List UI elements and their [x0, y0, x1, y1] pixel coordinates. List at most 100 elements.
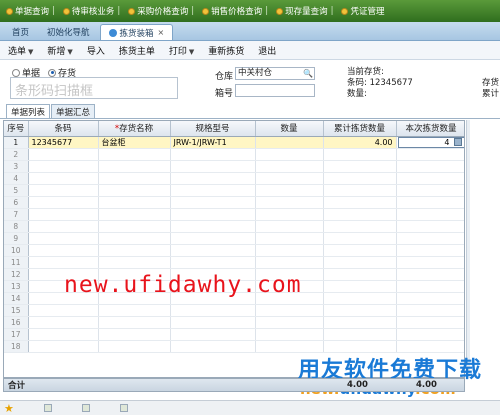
barcode-cell[interactable]: 12345677 — [28, 136, 99, 149]
name-cell[interactable] — [98, 304, 171, 317]
table-row[interactable]: 4 — [4, 172, 464, 185]
table-row[interactable]: 10 — [4, 244, 464, 257]
current-pick-cell[interactable] — [396, 196, 464, 209]
cum-cell[interactable] — [323, 184, 397, 197]
current-pick-cell[interactable] — [396, 160, 464, 173]
barcode-cell[interactable] — [28, 232, 99, 245]
spec-cell[interactable] — [170, 160, 256, 173]
box-number-input[interactable] — [235, 84, 315, 97]
current-pick-cell[interactable] — [396, 172, 464, 185]
menu-item-sales-price[interactable]: 销售价格查询 | — [198, 0, 272, 22]
qty-cell[interactable] — [255, 208, 324, 221]
col-header-spec[interactable]: 规格型号 — [170, 121, 256, 137]
qty-cell[interactable] — [255, 220, 324, 233]
cum-cell[interactable] — [323, 316, 397, 329]
barcode-cell[interactable] — [28, 184, 99, 197]
current-pick-cell[interactable] — [396, 232, 464, 245]
name-cell[interactable] — [98, 208, 171, 221]
name-cell[interactable] — [98, 328, 171, 341]
cum-cell[interactable] — [323, 148, 397, 161]
qty-cell[interactable] — [255, 256, 324, 269]
name-cell[interactable] — [98, 196, 171, 209]
spec-cell[interactable] — [170, 184, 256, 197]
name-cell[interactable] — [98, 316, 171, 329]
cum-cell[interactable] — [323, 232, 397, 245]
barcode-cell[interactable] — [28, 244, 99, 257]
name-cell[interactable] — [98, 184, 171, 197]
barcode-cell[interactable] — [28, 148, 99, 161]
exit-button[interactable]: 退出 — [258, 44, 276, 57]
qty-cell[interactable] — [255, 340, 324, 353]
qty-cell[interactable] — [255, 196, 324, 209]
name-cell[interactable] — [98, 340, 171, 353]
col-header-qty[interactable]: 数量 — [255, 121, 324, 137]
cum-cell[interactable] — [323, 244, 397, 257]
table-row[interactable]: 17 — [4, 328, 464, 341]
barcode-cell[interactable] — [28, 208, 99, 221]
vertical-scrollbar[interactable] — [466, 120, 470, 378]
menu-item-pending-review[interactable]: 待审核业务 | — [59, 0, 124, 22]
spec-cell[interactable] — [170, 328, 256, 341]
spec-cell[interactable] — [170, 304, 256, 317]
cum-cell[interactable] — [323, 304, 397, 317]
current-pick-cell[interactable] — [396, 328, 464, 341]
menu-item-doc-query[interactable]: 单据查询 | — [2, 0, 59, 22]
print-button[interactable]: 打印 ▼ — [169, 44, 194, 57]
cum-cell[interactable]: 4.00 — [323, 136, 397, 149]
col-header-barcode[interactable]: 条码 — [28, 121, 99, 137]
current-pick-cell[interactable] — [396, 244, 464, 257]
calendar-icon[interactable] — [453, 138, 462, 146]
cum-cell[interactable] — [323, 208, 397, 221]
barcode-cell[interactable] — [28, 256, 99, 269]
qty-cell[interactable] — [255, 148, 324, 161]
current-pick-cell[interactable] — [396, 292, 464, 305]
qty-cell[interactable] — [255, 304, 324, 317]
table-row[interactable]: 1 12345677 台盆柜 JRW-1/JRW-T1 4.00 4 — [4, 136, 464, 149]
qty-cell[interactable] — [255, 316, 324, 329]
barcode-cell[interactable] — [28, 220, 99, 233]
spec-cell[interactable] — [170, 208, 256, 221]
name-cell[interactable] — [98, 172, 171, 185]
warehouse-input[interactable]: 中关村仓 🔍 — [235, 67, 315, 80]
search-icon[interactable]: 🔍 — [303, 68, 313, 79]
table-row[interactable]: 2 — [4, 148, 464, 161]
current-pick-cell[interactable] — [396, 316, 464, 329]
name-cell[interactable]: 台盆柜 — [98, 136, 171, 149]
tab-init-nav[interactable]: 初始化导航 — [39, 24, 98, 40]
re-pick-button[interactable]: 重新拣货 — [208, 44, 244, 57]
current-pick-cell[interactable] — [396, 208, 464, 221]
tab-doc-list[interactable]: 单据列表 — [6, 104, 51, 118]
barcode-scan-input[interactable]: 条形码扫描框 — [10, 77, 178, 99]
qty-cell[interactable] — [255, 184, 324, 197]
name-cell[interactable] — [98, 160, 171, 173]
menu-item-stock-query[interactable]: 现存量查询 | — [272, 0, 337, 22]
name-cell[interactable] — [98, 232, 171, 245]
table-row[interactable]: 11 — [4, 256, 464, 269]
qty-cell[interactable] — [255, 232, 324, 245]
cum-cell[interactable] — [323, 160, 397, 173]
name-cell[interactable] — [98, 220, 171, 233]
spec-cell[interactable] — [170, 256, 256, 269]
star-icon[interactable]: ★ — [4, 402, 14, 415]
table-row[interactable]: 7 — [4, 208, 464, 221]
menu-item-purchase-price[interactable]: 采购价格查询 | — [124, 0, 198, 22]
current-pick-cell[interactable] — [396, 268, 464, 281]
current-pick-cell[interactable] — [396, 220, 464, 233]
spec-cell[interactable]: JRW-1/JRW-T1 — [170, 136, 256, 149]
barcode-cell[interactable] — [28, 160, 99, 173]
barcode-cell[interactable] — [28, 196, 99, 209]
add-button[interactable]: 新增 ▼ — [47, 44, 72, 57]
qty-cell[interactable] — [255, 328, 324, 341]
col-header-no[interactable]: 序号 — [4, 121, 29, 137]
spec-cell[interactable] — [170, 172, 256, 185]
spec-cell[interactable] — [170, 316, 256, 329]
table-row[interactable]: 8 — [4, 220, 464, 233]
table-row[interactable]: 6 — [4, 196, 464, 209]
barcode-cell[interactable] — [28, 172, 99, 185]
barcode-cell[interactable] — [28, 316, 99, 329]
current-pick-cell[interactable]: 4 — [396, 136, 464, 149]
cum-cell[interactable] — [323, 292, 397, 305]
tab-doc-summary[interactable]: 单据汇总 — [51, 104, 96, 118]
spec-cell[interactable] — [170, 232, 256, 245]
pick-doc-button[interactable]: 拣货主单 — [119, 44, 155, 57]
